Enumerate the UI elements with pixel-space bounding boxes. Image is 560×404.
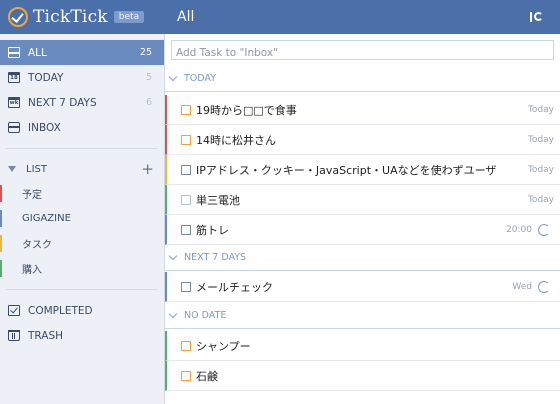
sidebar-divider bbox=[6, 148, 158, 149]
page-title: All bbox=[177, 9, 195, 25]
sidebar-item-label: INBOX bbox=[28, 121, 61, 134]
task-title[interactable]: メールチェック bbox=[196, 279, 512, 295]
all-tasks-icon bbox=[8, 47, 20, 58]
brand[interactable]: TickTick beta bbox=[0, 0, 165, 34]
sidebar-list-label: 予定 bbox=[22, 190, 42, 201]
section-title: NEXT 7 DAYS bbox=[184, 252, 247, 263]
task-date: Today bbox=[527, 194, 554, 205]
sidebar-list-label: 購入 bbox=[22, 265, 42, 276]
repeat-icon bbox=[538, 280, 550, 293]
sort-icon[interactable] bbox=[528, 8, 546, 26]
section-header-next-7-days[interactable]: NEXT 7 DAYS bbox=[165, 245, 560, 271]
trash-icon bbox=[8, 330, 20, 341]
sidebar-item-inbox[interactable]: INBOX bbox=[0, 115, 164, 140]
add-task-box[interactable] bbox=[171, 40, 554, 62]
task-title[interactable]: IPアドレス・クッキー・JavaScript・UAなどを使わずユーザ bbox=[196, 162, 528, 178]
task-checkbox[interactable] bbox=[181, 224, 191, 235]
sidebar-item-count: 6 bbox=[145, 97, 152, 108]
task-checkbox[interactable] bbox=[181, 340, 191, 351]
task-date: Wed bbox=[512, 281, 532, 292]
repeat-icon bbox=[538, 223, 550, 236]
sidebar-list-yotei[interactable]: 予定 bbox=[0, 181, 164, 206]
task-date: Today bbox=[527, 104, 554, 115]
task-checkbox[interactable] bbox=[181, 104, 191, 115]
task-title[interactable]: 14時に松井さん bbox=[196, 132, 528, 148]
sidebar-item-all[interactable]: ALL 25 bbox=[0, 40, 164, 65]
sidebar-item-label: TRASH bbox=[28, 329, 64, 342]
list-color-stripe bbox=[0, 185, 2, 202]
list-color-stripe bbox=[0, 260, 2, 277]
list-section-header[interactable]: LIST + bbox=[0, 157, 164, 181]
task-title[interactable]: 単三電池 bbox=[196, 192, 528, 208]
caret-down-icon[interactable] bbox=[8, 166, 16, 172]
sidebar-item-next-7-days[interactable]: wk NEXT 7 DAYS 6 bbox=[0, 90, 164, 115]
chevron-down-icon bbox=[168, 251, 178, 261]
task-date: Today bbox=[527, 134, 554, 145]
chevron-down-icon bbox=[168, 72, 178, 82]
section-title: NO DATE bbox=[184, 310, 227, 321]
sidebar-item-count: 25 bbox=[139, 47, 152, 58]
sidebar-item-completed[interactable]: COMPLETED bbox=[0, 298, 164, 323]
sidebar-list-label: タスク bbox=[22, 240, 52, 251]
task-checkbox[interactable] bbox=[181, 164, 191, 175]
list-color-stripe bbox=[0, 210, 2, 227]
sidebar-item-today[interactable]: 18 TODAY 5 bbox=[0, 65, 164, 90]
task-row[interactable]: 筋トレ 20:00 bbox=[165, 215, 560, 245]
task-date: 20:00 bbox=[506, 224, 532, 235]
task-list-panel: TODAY 19時から□□で食事 Today 14時に松井さん Today IP… bbox=[165, 34, 560, 404]
sidebar-item-label: TODAY bbox=[28, 71, 64, 84]
calendar-week-icon: wk bbox=[8, 97, 20, 108]
sidebar-list-task[interactable]: タスク bbox=[0, 231, 164, 256]
list-section-label: LIST bbox=[26, 163, 47, 175]
calendar-today-icon: 18 bbox=[8, 72, 20, 83]
task-row[interactable]: メールチェック Wed bbox=[165, 272, 560, 302]
task-title[interactable]: シャンプー bbox=[196, 338, 560, 354]
task-checkbox[interactable] bbox=[181, 194, 191, 205]
sidebar-list-purchase[interactable]: 購入 bbox=[0, 256, 164, 281]
completed-check-icon bbox=[8, 305, 20, 316]
task-row[interactable]: 石鹸 bbox=[165, 361, 560, 391]
task-checkbox[interactable] bbox=[181, 281, 191, 292]
beta-badge: beta bbox=[113, 11, 145, 23]
sidebar-list-gigazine[interactable]: GIGAZINE bbox=[0, 206, 164, 231]
list-color-stripe bbox=[0, 235, 2, 252]
task-title[interactable]: 筋トレ bbox=[196, 222, 506, 238]
app-header: TickTick beta All bbox=[0, 0, 560, 34]
sidebar-item-label: NEXT 7 DAYS bbox=[28, 96, 97, 109]
inbox-icon bbox=[8, 122, 20, 133]
chevron-down-icon bbox=[168, 309, 178, 319]
add-task-input[interactable] bbox=[172, 44, 553, 62]
brand-name: TickTick bbox=[33, 7, 108, 27]
section-header-today[interactable]: TODAY bbox=[165, 66, 560, 92]
section-header-no-date[interactable]: NO DATE bbox=[165, 303, 560, 329]
sidebar-item-count: 5 bbox=[145, 72, 152, 83]
sidebar-list-label: GIGAZINE bbox=[22, 213, 71, 224]
sidebar-item-label: ALL bbox=[28, 46, 47, 59]
task-title[interactable]: 石鹸 bbox=[196, 368, 560, 384]
task-row[interactable]: IPアドレス・クッキー・JavaScript・UAなどを使わずユーザ Today bbox=[165, 155, 560, 185]
task-title[interactable]: 19時から□□で食事 bbox=[196, 102, 528, 118]
sidebar-divider bbox=[6, 289, 158, 290]
sidebar: ALL 25 18 TODAY 5 wk NEXT 7 DAYS 6 INBOX… bbox=[0, 34, 165, 404]
task-checkbox[interactable] bbox=[181, 134, 191, 145]
sidebar-item-label: COMPLETED bbox=[28, 304, 93, 317]
task-row[interactable]: 14時に松井さん Today bbox=[165, 125, 560, 155]
task-date: Today bbox=[527, 164, 554, 175]
section-title: TODAY bbox=[184, 73, 216, 84]
ticktick-logo-icon bbox=[8, 7, 28, 27]
sidebar-item-trash[interactable]: TRASH bbox=[0, 323, 164, 348]
task-row[interactable]: 単三電池 Today bbox=[165, 185, 560, 215]
task-checkbox[interactable] bbox=[181, 370, 191, 381]
add-list-icon[interactable]: + bbox=[141, 161, 154, 177]
task-row[interactable]: シャンプー bbox=[165, 331, 560, 361]
task-row[interactable]: 19時から□□で食事 Today bbox=[165, 95, 560, 125]
